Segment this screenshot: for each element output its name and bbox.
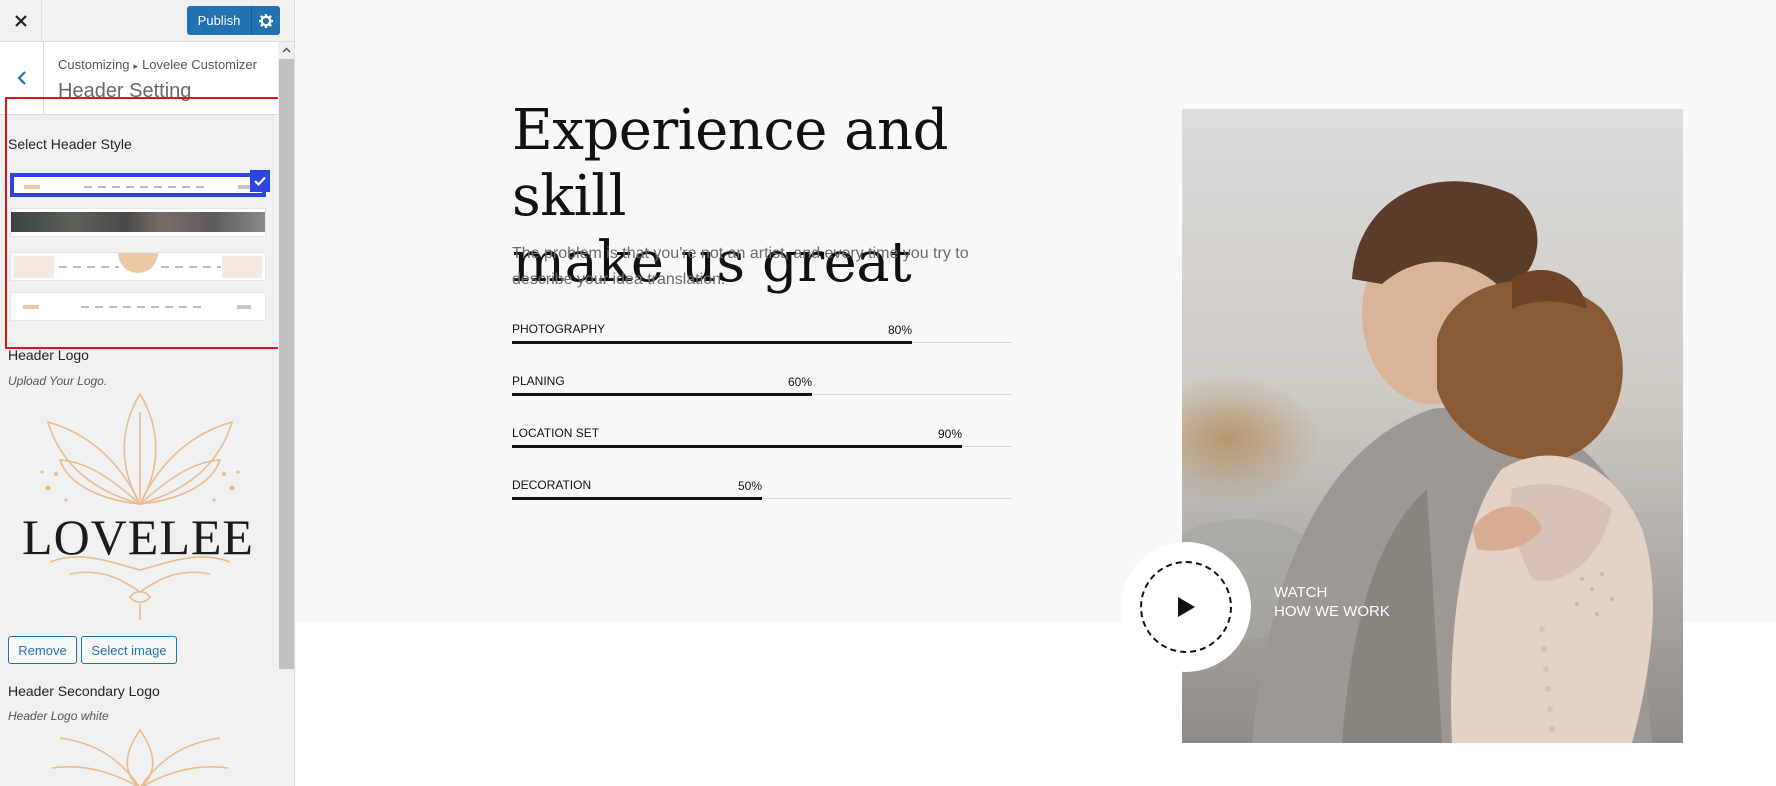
skill-name: DECORATION — [512, 478, 592, 492]
chevron-left-icon — [16, 71, 26, 85]
header-logo-label: Header Logo — [8, 347, 89, 363]
header-logo-description: Upload Your Logo. — [8, 374, 108, 388]
breadcrumb: Customizing ▸ Lovelee Customizer — [58, 57, 257, 72]
skill-fill — [512, 393, 812, 396]
publish-button[interactable]: Publish — [187, 13, 251, 28]
lotus-logo-icon — [40, 392, 240, 620]
mini-nav — [84, 186, 204, 188]
customizer-topbar: Publish — [0, 0, 294, 42]
gear-icon — [259, 13, 273, 28]
header-style-option-4[interactable] — [10, 292, 266, 321]
back-button[interactable] — [0, 42, 44, 114]
skill-name: PHOTOGRAPHY — [512, 322, 606, 336]
skill-bar: LOCATION SET 90% — [512, 426, 1012, 460]
publish-button-group: Publish — [187, 6, 280, 35]
mini-icons — [237, 305, 251, 309]
skill-fill — [512, 445, 962, 448]
skill-fill — [512, 341, 912, 344]
breadcrumb-separator-icon: ▸ — [133, 61, 139, 71]
scroll-up-button[interactable] — [278, 42, 294, 58]
side-panel-left — [14, 256, 54, 278]
section-header: Customizing ▸ Lovelee Customizer Header Se… — [0, 42, 278, 115]
header-style-option-3[interactable] — [10, 252, 266, 281]
skill-name: LOCATION SET — [512, 426, 600, 440]
selected-check-badge — [250, 170, 270, 192]
skill-bar: DECORATION 50% — [512, 478, 1012, 512]
close-button[interactable] — [0, 0, 42, 42]
play-ring — [1140, 561, 1232, 653]
breadcrumb-root: Customizing — [58, 57, 130, 72]
play-video-button[interactable] — [1121, 542, 1251, 672]
mini-nav — [81, 306, 201, 308]
select-image-button[interactable]: Select image — [81, 636, 177, 664]
mini-logo — [23, 305, 39, 309]
couple-photo-image — [1182, 109, 1683, 743]
skill-fill — [512, 497, 762, 500]
remove-logo-button[interactable]: Remove — [8, 636, 77, 664]
mini-logo — [24, 185, 40, 189]
watch-how-we-work-text[interactable]: WATCH HOW WE WORK — [1274, 583, 1390, 621]
mini-nav-right — [161, 266, 221, 268]
site-preview: Experience and skill make us great The p… — [296, 0, 1776, 786]
secondary-logo-label: Header Secondary Logo — [8, 683, 160, 699]
customizer-sidebar: Publish Customizing▸Lovelee Customizer — [0, 0, 295, 786]
breadcrumb-parent: Lovelee Customizer — [142, 57, 257, 72]
header-style-option-2[interactable] — [10, 208, 266, 237]
chevron-up-icon — [282, 47, 291, 53]
skill-name: PLANING — [512, 374, 565, 388]
skill-percent: 80% — [887, 323, 912, 337]
close-icon — [14, 15, 27, 27]
publish-settings-button[interactable] — [252, 13, 280, 28]
header-photo-preview — [11, 212, 265, 232]
skill-percent: 60% — [787, 375, 812, 389]
hero-text: The problem is that you're not an artist… — [512, 245, 969, 288]
side-panel-right — [222, 256, 262, 278]
couple-photo — [1182, 109, 1683, 743]
checkmark-icon — [254, 176, 266, 186]
secondary-logo-description: Header Logo white — [8, 709, 109, 723]
sidebar-scrollbar[interactable] — [278, 42, 294, 786]
header-style-label: Select Header Style — [8, 136, 132, 152]
mini-nav-left — [59, 266, 119, 268]
logo-wordmark: LOVELEE — [22, 509, 254, 565]
skill-bar: PLANING 60% — [512, 374, 1012, 408]
section-title: Header Setting — [58, 80, 192, 102]
center-logo-badge — [118, 253, 158, 273]
skill-percent: 50% — [737, 479, 762, 493]
skill-percent: 90% — [937, 427, 962, 441]
secondary-lotus-logo-icon — [51, 728, 229, 786]
scrollbar-thumb[interactable] — [279, 59, 294, 669]
header-style-option-1[interactable] — [10, 173, 266, 197]
skill-bar: PHOTOGRAPHY 80% — [512, 322, 1012, 356]
play-icon — [1178, 597, 1195, 617]
